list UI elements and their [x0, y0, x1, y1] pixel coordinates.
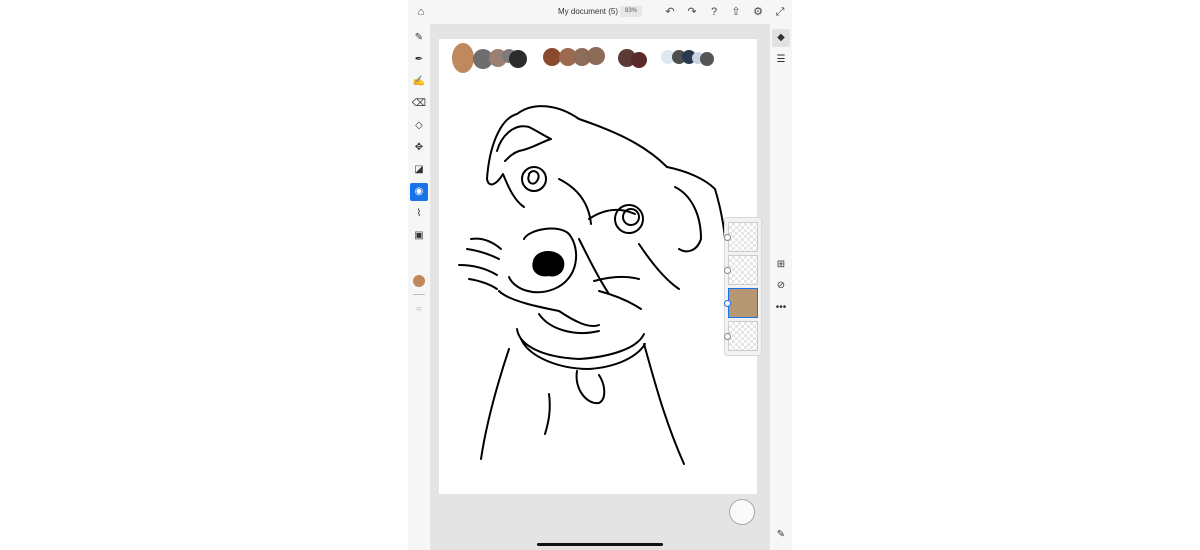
fill-icon[interactable]: ◉ — [410, 183, 428, 201]
visibility-icon[interactable]: ⊘ — [772, 277, 790, 295]
palette-swatch — [509, 50, 527, 68]
image-icon[interactable]: ▣ — [410, 227, 428, 245]
touch-shortcut-button[interactable] — [729, 499, 755, 525]
fullscreen-icon[interactable]: ⤢ — [773, 5, 787, 19]
pixel-brush-icon[interactable]: ✎ — [410, 29, 428, 47]
layer-visibility-dot[interactable] — [724, 300, 731, 307]
layers-panel — [724, 217, 762, 356]
fill-selection-icon[interactable]: ◪ — [410, 161, 428, 179]
palette-swatch — [587, 47, 605, 65]
zoom-level[interactable]: 83% — [620, 6, 642, 17]
tool-rail: ✎ ✒ ✍ ⌫ ◇ ✥ ◪ ◉ ⌇ ▣ ≈ — [408, 24, 430, 550]
home-indicator — [537, 543, 663, 546]
current-color-swatch[interactable] — [413, 275, 425, 287]
adjustments-icon[interactable]: ☰ — [772, 51, 790, 69]
dog-line-drawing — [458, 105, 728, 465]
palette-swatch — [543, 48, 561, 66]
settings-icon[interactable]: ⚙ — [751, 5, 765, 19]
help-icon[interactable]: ? — [707, 5, 721, 19]
smudge-icon[interactable]: ≈ — [410, 301, 428, 319]
live-brush-icon[interactable]: ✒ — [410, 51, 428, 69]
share-icon[interactable]: ⇧ — [729, 5, 743, 19]
home-icon[interactable]: ⌂ — [414, 5, 428, 19]
palette-swatch — [700, 52, 714, 66]
redo-icon[interactable]: ↷ — [685, 5, 699, 19]
shape-icon[interactable]: ◇ — [410, 117, 428, 135]
layer-thumbnail-2[interactable] — [728, 255, 758, 285]
layer-thumbnail-1[interactable] — [728, 222, 758, 252]
layer-visibility-dot[interactable] — [724, 267, 731, 274]
drawing-canvas[interactable] — [439, 39, 757, 494]
more-icon[interactable]: ••• — [772, 299, 790, 317]
transform-icon[interactable]: ✥ — [410, 139, 428, 157]
vector-brush-icon[interactable]: ✍ — [410, 73, 428, 91]
canvas-artwork — [452, 43, 728, 465]
edit-icon[interactable]: ✎ — [772, 526, 790, 544]
layer-thumbnail-3[interactable] — [728, 288, 758, 318]
layers-icon[interactable]: ◆ — [772, 29, 790, 47]
palette-swatch — [452, 43, 474, 73]
color-palette — [452, 43, 714, 73]
tool-separator — [413, 294, 425, 295]
layer-visibility-dot[interactable] — [724, 234, 731, 241]
eyedropper-icon[interactable]: ⌇ — [410, 205, 428, 223]
layer-thumbnail-4[interactable] — [728, 321, 758, 351]
right-rail: ◆ ☰ ⊞ ⊘ ••• ✎ — [770, 24, 792, 550]
add-layer-icon[interactable]: ⊞ — [772, 256, 790, 274]
layer-visibility-dot[interactable] — [724, 333, 731, 340]
eraser-icon[interactable]: ⌫ — [410, 95, 428, 113]
document-title[interactable]: My document (5) — [558, 7, 618, 16]
app-window: ⌂ My document (5) 83% ↶ ↷ ? ⇧ ⚙ ⤢ ✎ ✒ ✍ … — [408, 0, 792, 550]
top-toolbar: ⌂ My document (5) 83% ↶ ↷ ? ⇧ ⚙ ⤢ — [408, 0, 792, 24]
undo-icon[interactable]: ↶ — [663, 5, 677, 19]
palette-swatch — [631, 52, 647, 68]
